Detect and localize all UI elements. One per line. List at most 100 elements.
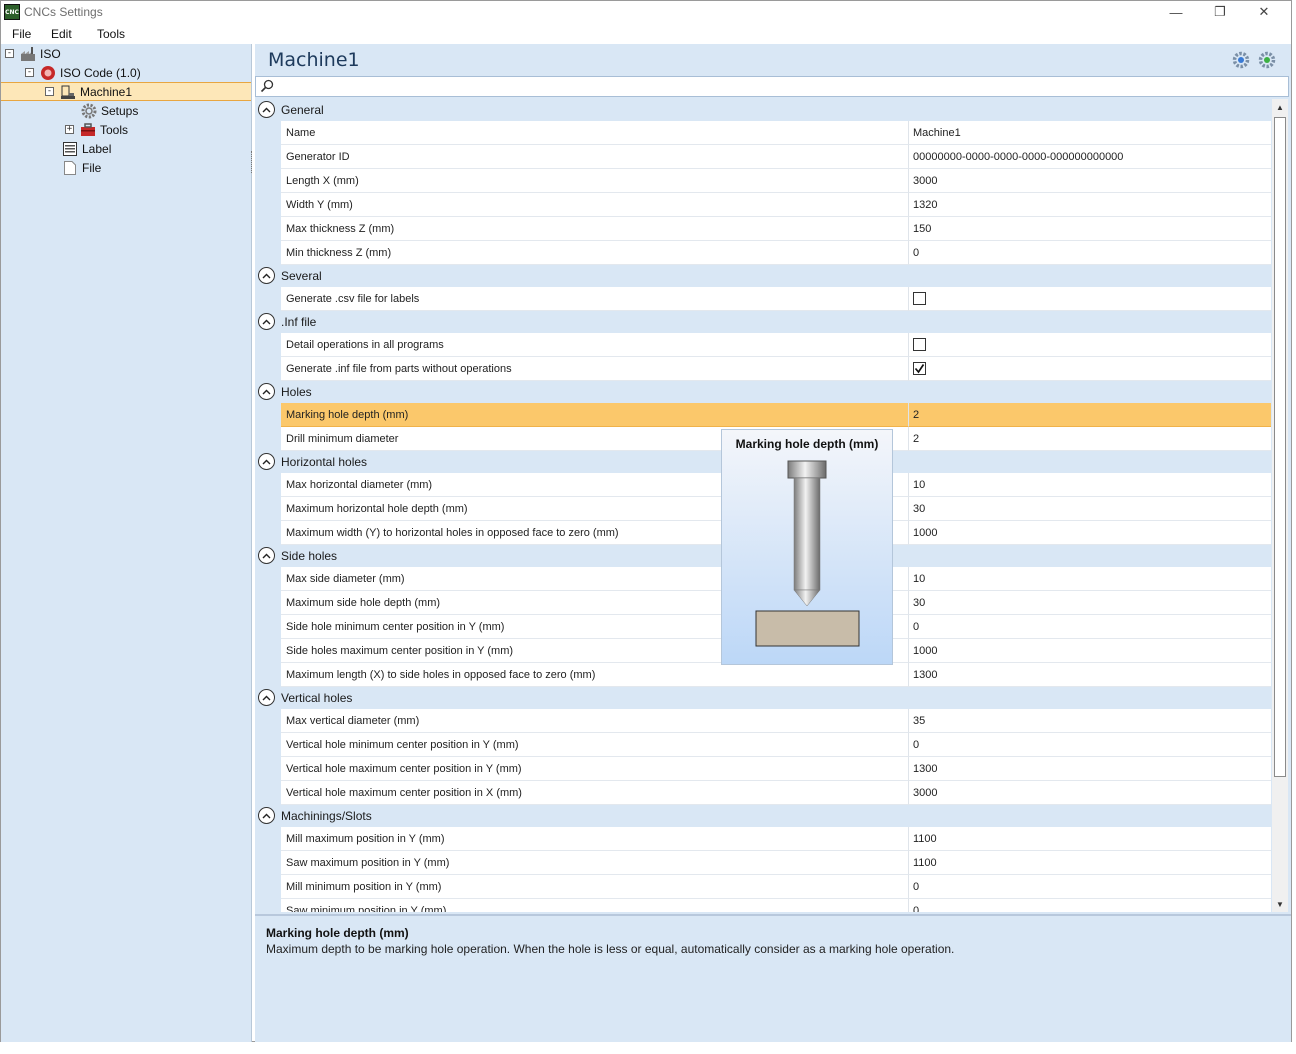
tree-node-tools[interactable]: + Tools	[65, 120, 128, 139]
property-name: Vertical hole minimum center position in…	[281, 733, 908, 757]
tree-node-file[interactable]: File	[62, 158, 101, 177]
row-gutter	[255, 217, 281, 241]
property-name: Detail operations in all programs	[281, 333, 908, 357]
property-row[interactable]: Generator ID 00000000-0000-0000-0000-0000…	[255, 145, 1271, 169]
collapse-category-icon[interactable]	[258, 383, 275, 400]
expand-icon[interactable]: +	[65, 125, 74, 134]
collapse-category-icon[interactable]	[258, 453, 275, 470]
property-row[interactable]: Max thickness Z (mm) 150	[255, 217, 1271, 241]
scroll-down-icon[interactable]: ▼	[1272, 896, 1288, 912]
close-button[interactable]: ✕	[1241, 1, 1287, 23]
row-gutter	[255, 827, 281, 851]
property-row[interactable]: Vertical hole maximum center position in…	[255, 781, 1271, 805]
property-value[interactable]: 3000	[908, 781, 1271, 805]
property-value[interactable]: 30	[908, 497, 1271, 521]
collapse-icon[interactable]: -	[5, 49, 14, 58]
property-value[interactable]: 1300	[908, 757, 1271, 781]
checked-checkbox[interactable]	[913, 362, 926, 375]
collapse-category-icon[interactable]	[258, 807, 275, 824]
property-value[interactable]: 0	[908, 899, 1271, 912]
property-name: Maximum length (X) to side holes in oppo…	[281, 663, 908, 687]
property-row[interactable]: Min thickness Z (mm) 0	[255, 241, 1271, 265]
splitter-handle[interactable]	[251, 151, 254, 173]
property-value[interactable]: 0	[908, 733, 1271, 757]
property-value[interactable]: 10	[908, 567, 1271, 591]
machine-icon	[60, 84, 76, 100]
property-row[interactable]: Saw maximum position in Y (mm) 1100	[255, 851, 1271, 875]
property-row[interactable]: Name Machine1	[255, 121, 1271, 145]
property-row[interactable]: Saw minimum position in Y (mm) 0	[255, 899, 1271, 912]
unchecked-checkbox[interactable]	[913, 292, 926, 305]
property-value[interactable]: 2	[908, 427, 1271, 451]
property-value[interactable]: 30	[908, 591, 1271, 615]
row-gutter	[255, 781, 281, 805]
collapse-category-icon[interactable]	[258, 313, 275, 330]
property-value[interactable]: 0	[908, 875, 1271, 899]
row-gutter	[255, 733, 281, 757]
property-value[interactable]: 10	[908, 473, 1271, 497]
collapse-icon[interactable]: -	[45, 87, 54, 96]
drill-illustration-icon	[755, 460, 860, 647]
property-value[interactable]: 1000	[908, 521, 1271, 545]
tree-node-label-item[interactable]: Label	[62, 139, 111, 158]
property-row[interactable]: Detail operations in all programs	[255, 333, 1271, 357]
property-row[interactable]: Length X (mm) 3000	[255, 169, 1271, 193]
row-gutter	[255, 357, 281, 381]
property-checkbox-cell[interactable]	[908, 357, 1271, 381]
property-value[interactable]: 0	[908, 615, 1271, 639]
search-input[interactable]	[255, 76, 1289, 97]
property-value[interactable]: 00000000-0000-0000-0000-000000000000	[908, 145, 1271, 169]
tree-node-machine1[interactable]: - Machine1	[1, 82, 251, 101]
tree-node-label: File	[82, 160, 102, 175]
tree-node-iso-code[interactable]: - ISO Code (1.0)	[25, 63, 141, 82]
label-icon	[62, 141, 78, 157]
toolbox-icon	[80, 122, 96, 138]
restore-button[interactable]: ❐	[1197, 1, 1243, 23]
property-row[interactable]: Maximum length (X) to side holes in oppo…	[255, 663, 1271, 687]
menu-tools[interactable]: Tools	[97, 27, 125, 41]
property-value[interactable]: 3000	[908, 169, 1271, 193]
property-row[interactable]: Generate .csv file for labels	[255, 287, 1271, 311]
row-gutter	[255, 567, 281, 591]
tree-node-iso[interactable]: - ISO	[5, 44, 61, 63]
property-row[interactable]: Max vertical diameter (mm) 35	[255, 709, 1271, 733]
property-value[interactable]: Machine1	[908, 121, 1271, 145]
property-value[interactable]: 1100	[908, 851, 1271, 875]
property-checkbox-cell[interactable]	[908, 287, 1271, 311]
property-row[interactable]: Vertical hole maximum center position in…	[255, 757, 1271, 781]
collapse-category-icon[interactable]	[258, 689, 275, 706]
green-gear-icon[interactable]	[1258, 51, 1276, 69]
collapse-icon[interactable]: -	[25, 68, 34, 77]
row-gutter	[255, 473, 281, 497]
property-row[interactable]: Mill maximum position in Y (mm) 1100	[255, 827, 1271, 851]
property-row[interactable]: Vertical hole minimum center position in…	[255, 733, 1271, 757]
property-value[interactable]: 150	[908, 217, 1271, 241]
blue-gear-icon[interactable]	[1232, 51, 1250, 69]
menu-file[interactable]: File	[12, 27, 31, 41]
collapse-category-icon[interactable]	[258, 547, 275, 564]
property-value[interactable]: 1000	[908, 639, 1271, 663]
property-row[interactable]: Mill minimum position in Y (mm) 0	[255, 875, 1271, 899]
collapse-category-icon[interactable]	[258, 101, 275, 118]
property-row[interactable]: Width Y (mm) 1320	[255, 193, 1271, 217]
minimize-button[interactable]: —	[1153, 1, 1199, 23]
unchecked-checkbox[interactable]	[913, 338, 926, 351]
property-checkbox-cell[interactable]	[908, 333, 1271, 357]
category-label: Horizontal holes	[281, 455, 368, 469]
property-value[interactable]: 35	[908, 709, 1271, 733]
tree-node-setups[interactable]: Setups	[81, 101, 138, 120]
collapse-category-icon[interactable]	[258, 267, 275, 284]
menu-edit[interactable]: Edit	[51, 27, 72, 41]
scroll-up-icon[interactable]: ▲	[1272, 99, 1288, 115]
scrollbar-thumb[interactable]	[1274, 117, 1286, 777]
property-value[interactable]: 1300	[908, 663, 1271, 687]
property-row[interactable]: Generate .inf file from parts without op…	[255, 357, 1271, 381]
property-row[interactable]: Marking hole depth (mm) 2	[255, 403, 1271, 427]
property-value[interactable]: 1100	[908, 827, 1271, 851]
property-value[interactable]: 0	[908, 241, 1271, 265]
property-value[interactable]: 2	[908, 403, 1271, 427]
vertical-scrollbar[interactable]: ▲ ▼	[1272, 99, 1288, 912]
row-gutter	[255, 169, 281, 193]
help-description: Maximum depth to be marking hole operati…	[266, 942, 955, 956]
property-value[interactable]: 1320	[908, 193, 1271, 217]
